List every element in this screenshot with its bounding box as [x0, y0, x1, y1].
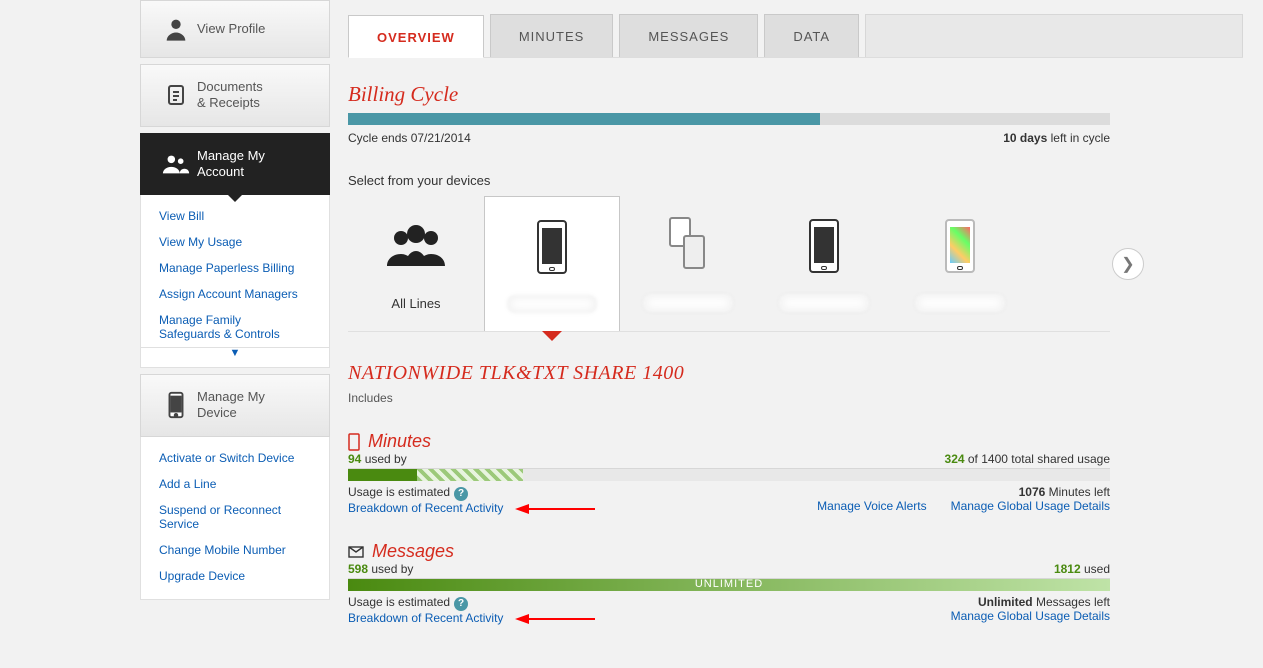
chevron-right-icon: ❯ [1121, 254, 1134, 274]
minutes-estimate-note: Usage is estimated? [348, 485, 595, 501]
messages-usage-row: 598 used by 1812 used [348, 562, 1110, 579]
device-label-1-redacted [507, 295, 597, 313]
devices-heading: Select from your devices [348, 173, 1243, 188]
main-content: OVERVIEW MINUTES MESSAGES DATA Billing C… [330, 0, 1263, 668]
document-icon [155, 82, 197, 108]
device-label-4-redacted [915, 294, 1005, 312]
link-upgrade-device[interactable]: Upgrade Device [141, 563, 329, 589]
device-image-2 [624, 206, 752, 286]
device-image-1 [489, 207, 615, 287]
tab-minutes[interactable]: MINUTES [490, 14, 614, 57]
link-assign-account-managers[interactable]: Assign Account Managers [141, 281, 329, 307]
device-card-3[interactable] [756, 196, 892, 331]
device-label-2-redacted [643, 294, 733, 312]
minutes-progress-bar [348, 469, 1110, 481]
phone-icon [348, 433, 360, 451]
device-label-3-redacted [779, 294, 869, 312]
minutes-section-title: Minutes [348, 431, 1243, 452]
help-icon[interactable]: ? [454, 597, 468, 611]
tabs: OVERVIEW MINUTES MESSAGES DATA [348, 14, 1243, 58]
chevron-down-icon: ▼ [230, 347, 241, 359]
link-view-bill[interactable]: View Bill [141, 203, 329, 229]
link-activate-switch-device[interactable]: Activate or Switch Device [141, 445, 329, 471]
link-view-my-usage[interactable]: View My Usage [141, 229, 329, 255]
link-manage-paperless-billing[interactable]: Manage Paperless Billing [141, 255, 329, 281]
messages-progress-bar: UNLIMITED [348, 579, 1110, 591]
annotation-arrow-icon [515, 503, 595, 515]
sidebar: View Profile Documents& Receipts Manage … [0, 0, 330, 668]
device-card-2[interactable] [620, 196, 756, 331]
messages-left-text: Unlimited Messages left [951, 595, 1110, 609]
tab-overview[interactable]: OVERVIEW [348, 15, 484, 58]
sidebar-manage-my-device[interactable]: Manage MyDevice [140, 374, 330, 437]
help-icon[interactable]: ? [454, 487, 468, 501]
sidebar-label-docs: Documents& Receipts [197, 79, 263, 112]
link-suspend-reconnect[interactable]: Suspend or ReconnectService [141, 497, 329, 537]
tab-spacer [865, 14, 1243, 57]
cycle-ends-text: Cycle ends 07/21/2014 [348, 131, 471, 145]
annotation-arrow-icon [515, 613, 595, 625]
sidebar-documents-receipts[interactable]: Documents& Receipts [140, 64, 330, 127]
plan-includes-text: Includes [348, 391, 1243, 405]
profile-icon [155, 15, 197, 43]
messages-estimate-note: Usage is estimated? [348, 595, 595, 611]
link-minutes-global-usage[interactable]: Manage Global Usage Details [951, 499, 1110, 513]
sidebar-label-manage-account: Manage MyAccount [197, 148, 265, 181]
unlimited-label: UNLIMITED [348, 578, 1110, 590]
device-image-3 [760, 206, 888, 286]
envelope-icon [348, 546, 364, 558]
device-next-button[interactable]: ❯ [1112, 248, 1144, 280]
link-messages-breakdown[interactable]: Breakdown of Recent Activity [348, 611, 503, 625]
submenu-expand-toggle[interactable]: ▼ [141, 347, 329, 357]
device-card-1[interactable] [484, 196, 620, 331]
device-label-all-lines: All Lines [352, 296, 480, 311]
device-selector: All Lines ❯ [348, 196, 1110, 332]
billing-cycle-title: Billing Cycle [348, 82, 1243, 107]
tab-data[interactable]: DATA [764, 14, 859, 57]
link-manage-voice-alerts[interactable]: Manage Voice Alerts [817, 499, 926, 513]
sidebar-manage-my-account[interactable]: Manage MyAccount [140, 133, 330, 196]
device-all-lines[interactable]: All Lines [348, 196, 484, 331]
link-messages-global-usage[interactable]: Manage Global Usage Details [951, 609, 1110, 623]
device-image-4 [896, 206, 1024, 286]
messages-section-title: Messages [348, 541, 1243, 562]
sidebar-label-view-profile: View Profile [197, 21, 265, 37]
billing-cycle-progress [348, 113, 1110, 125]
plan-title: NATIONWIDE TLK&TXT SHARE 1400 [348, 362, 1243, 385]
link-add-a-line[interactable]: Add a Line [141, 471, 329, 497]
cycle-days-left: 10 days left in cycle [1003, 131, 1110, 145]
device-icon [155, 391, 197, 419]
sidebar-label-manage-device: Manage MyDevice [197, 389, 265, 422]
sidebar-account-submenu: View Bill View My Usage Manage Paperless… [140, 195, 330, 368]
people-icon [155, 151, 197, 177]
sidebar-view-profile[interactable]: View Profile [140, 0, 330, 58]
link-change-mobile-number[interactable]: Change Mobile Number [141, 537, 329, 563]
minutes-usage-row: 94 used by 324 of 1400 total shared usag… [348, 452, 1110, 469]
link-minutes-breakdown[interactable]: Breakdown of Recent Activity [348, 501, 503, 515]
minutes-left-text: 1076 Minutes left [817, 485, 1110, 499]
link-manage-family-safeguards[interactable]: Manage FamilySafeguards & Controls [141, 307, 329, 347]
tab-messages[interactable]: MESSAGES [619, 14, 758, 57]
device-card-4[interactable] [892, 196, 1028, 331]
sidebar-device-submenu: Activate or Switch Device Add a Line Sus… [140, 437, 330, 600]
all-lines-icon [352, 206, 480, 286]
